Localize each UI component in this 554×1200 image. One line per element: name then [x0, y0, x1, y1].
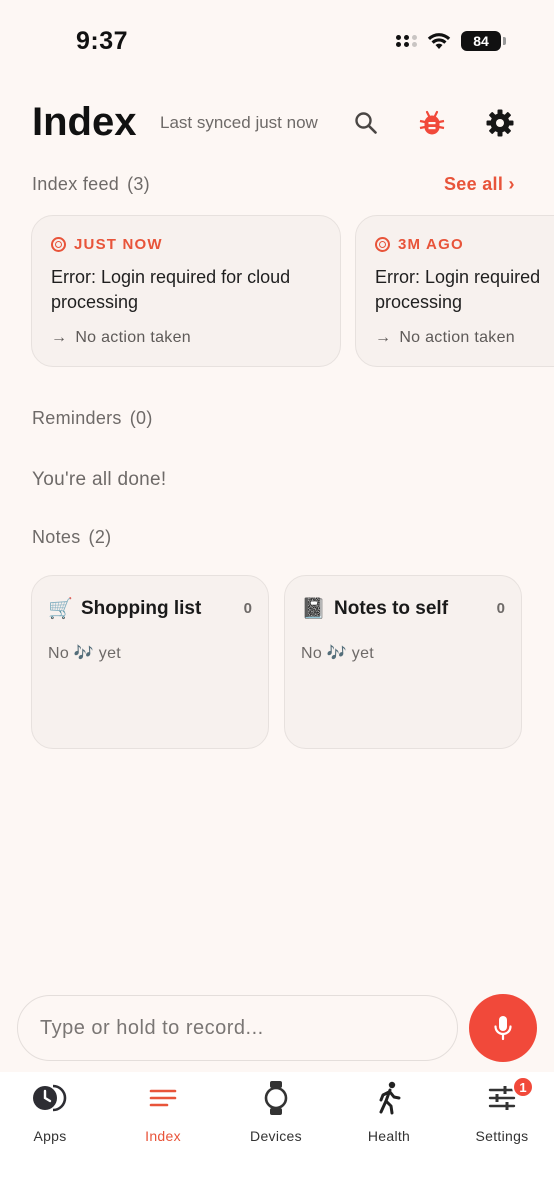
feed-card[interactable]: 3M AGO Error: Login required processing … — [355, 215, 554, 367]
status-time: 9:37 — [76, 27, 129, 55]
mic-button[interactable] — [469, 994, 537, 1062]
target-icon — [51, 237, 66, 252]
gear-icon[interactable] — [482, 105, 518, 141]
index-screen: 9:37 84 Index Last synced just now Index… — [0, 0, 554, 1200]
feed-card-action: → No action taken — [375, 329, 515, 346]
list-lines-icon — [143, 1080, 183, 1116]
note-empty-text: No 🎶 yet — [48, 645, 122, 662]
feed-card[interactable]: JUST NOW Error: Login required for cloud… — [31, 215, 341, 367]
reminders-section-title: Reminders (0) — [32, 408, 153, 428]
sync-status: Last synced just now — [160, 113, 318, 132]
reminders-empty-text: You're all done! — [32, 469, 167, 490]
notes-section-title: Notes (2) — [32, 527, 112, 547]
battery-level: 84 — [473, 33, 489, 49]
nav-item-index[interactable]: Index — [113, 1072, 213, 1162]
feed-carousel[interactable]: JUST NOW Error: Login required for cloud… — [0, 215, 554, 370]
feed-card-action: → No action taken — [51, 329, 191, 346]
note-card-notes-to-self[interactable]: 📓 Notes to self 0 No 🎶 yet — [284, 575, 522, 749]
note-title: Shopping list — [81, 597, 202, 619]
nav-item-settings[interactable]: 1 Settings — [452, 1072, 552, 1162]
feed-card-text: Error: Login required processing — [375, 267, 541, 312]
status-bar: 9:37 84 — [0, 0, 554, 80]
note-card-shopping-list[interactable]: 🛒 Shopping list 0 No 🎶 yet — [31, 575, 269, 749]
feed-section-title: Index feed (3) — [32, 174, 150, 194]
nav-item-health[interactable]: Health — [339, 1072, 439, 1162]
note-count: 0 — [243, 600, 252, 617]
walking-figure-icon — [369, 1080, 409, 1116]
note-title: Notes to self — [334, 597, 449, 619]
feed-card-text: Error: Login required for cloud processi… — [51, 267, 291, 312]
search-icon[interactable] — [348, 105, 384, 141]
record-input[interactable] — [17, 995, 458, 1061]
reminders-count: (0) — [129, 408, 153, 428]
bottom-nav: Apps Index Devices Health 1 Settings — [0, 1072, 554, 1200]
apps-clock-icon — [30, 1080, 70, 1116]
microphone-icon — [494, 1016, 512, 1041]
see-all-link[interactable]: See all › — [444, 174, 515, 195]
notebook-icon: 📓 — [301, 598, 326, 620]
wifi-icon — [427, 33, 451, 49]
nav-item-apps[interactable]: Apps — [0, 1072, 100, 1162]
header: Index Last synced just now — [32, 100, 532, 148]
status-indicators: 84 — [396, 31, 506, 51]
cellular-signal-icon — [396, 35, 417, 47]
battery-icon: 84 — [461, 31, 506, 51]
target-icon — [375, 237, 390, 252]
feed-card-time: 3M AGO — [375, 236, 554, 253]
note-count: 0 — [496, 600, 505, 617]
watch-icon — [256, 1080, 296, 1116]
settings-badge: 1 — [512, 1076, 534, 1098]
arrow-right-icon: → — [51, 329, 68, 346]
arrow-right-icon: → — [375, 329, 392, 346]
feed-count: (3) — [127, 174, 150, 194]
nav-item-devices[interactable]: Devices — [226, 1072, 326, 1162]
shopping-cart-icon: 🛒 — [48, 598, 73, 620]
feed-card-time: JUST NOW — [51, 236, 322, 253]
notes-count: (2) — [88, 527, 112, 547]
page-title: Index — [32, 100, 137, 144]
note-empty-text: No 🎶 yet — [301, 645, 375, 662]
bug-icon[interactable] — [414, 105, 450, 141]
